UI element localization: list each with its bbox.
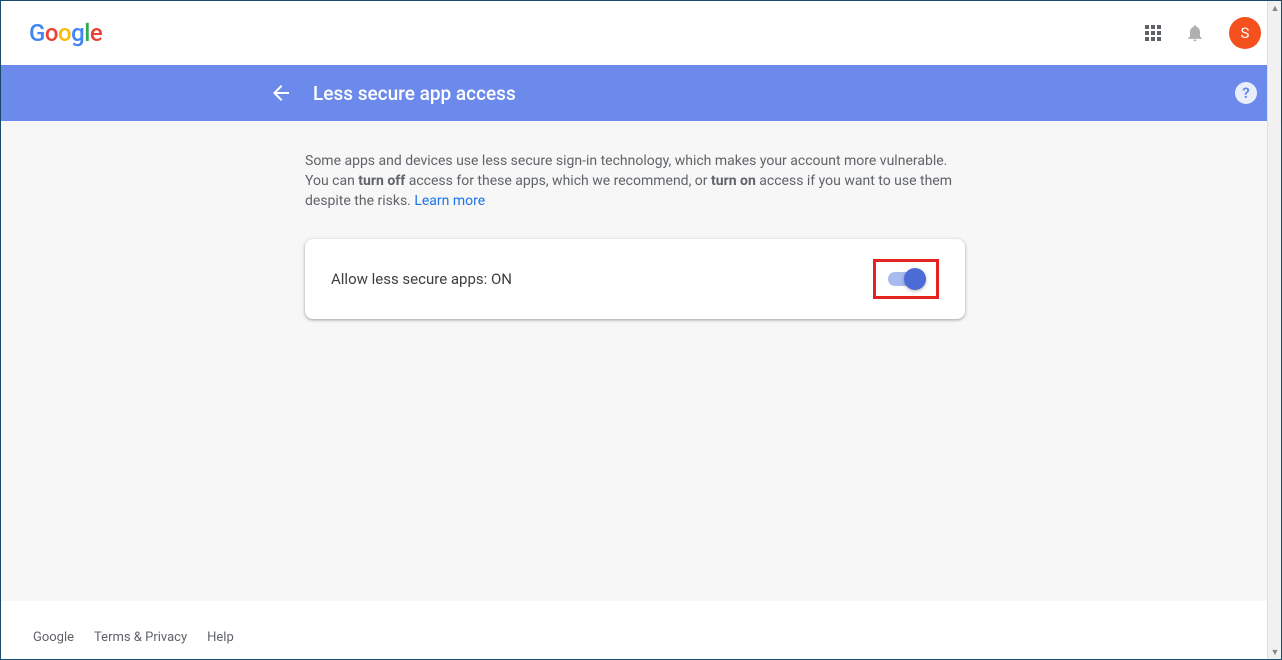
- help-icon[interactable]: ?: [1235, 82, 1257, 104]
- notifications-icon[interactable]: [1183, 21, 1207, 45]
- scroll-down-icon[interactable]: ▼: [1268, 645, 1282, 659]
- google-logo[interactable]: Google: [29, 19, 102, 47]
- footer-links: Google Terms & Privacy Help: [33, 630, 234, 645]
- avatar[interactable]: S: [1229, 17, 1261, 49]
- footer-help-link[interactable]: Help: [207, 630, 234, 645]
- toggle-knob-icon: [904, 268, 926, 290]
- page-title: Less secure app access: [313, 82, 516, 105]
- highlight-annotation: [873, 259, 939, 299]
- top-right-controls: S: [1145, 17, 1261, 49]
- content-area: Some apps and devices use less secure si…: [1, 121, 1281, 601]
- scroll-up-icon[interactable]: ▲: [1268, 1, 1282, 15]
- top-header: Google S: [1, 1, 1281, 65]
- footer-terms-link[interactable]: Terms & Privacy: [94, 630, 187, 645]
- toggle-label: Allow less secure apps: ON: [331, 270, 512, 288]
- setting-card: Allow less secure apps: ON: [305, 239, 965, 319]
- allow-less-secure-toggle[interactable]: [888, 272, 924, 286]
- back-arrow-icon[interactable]: [261, 73, 301, 113]
- apps-icon[interactable]: [1145, 25, 1161, 41]
- description-text: Some apps and devices use less secure si…: [305, 151, 965, 211]
- learn-more-link[interactable]: Learn more: [414, 193, 485, 209]
- scrollbar[interactable]: ▲ ▼: [1267, 1, 1281, 659]
- footer-google-link[interactable]: Google: [33, 630, 74, 645]
- page-title-bar: Less secure app access ?: [1, 65, 1281, 121]
